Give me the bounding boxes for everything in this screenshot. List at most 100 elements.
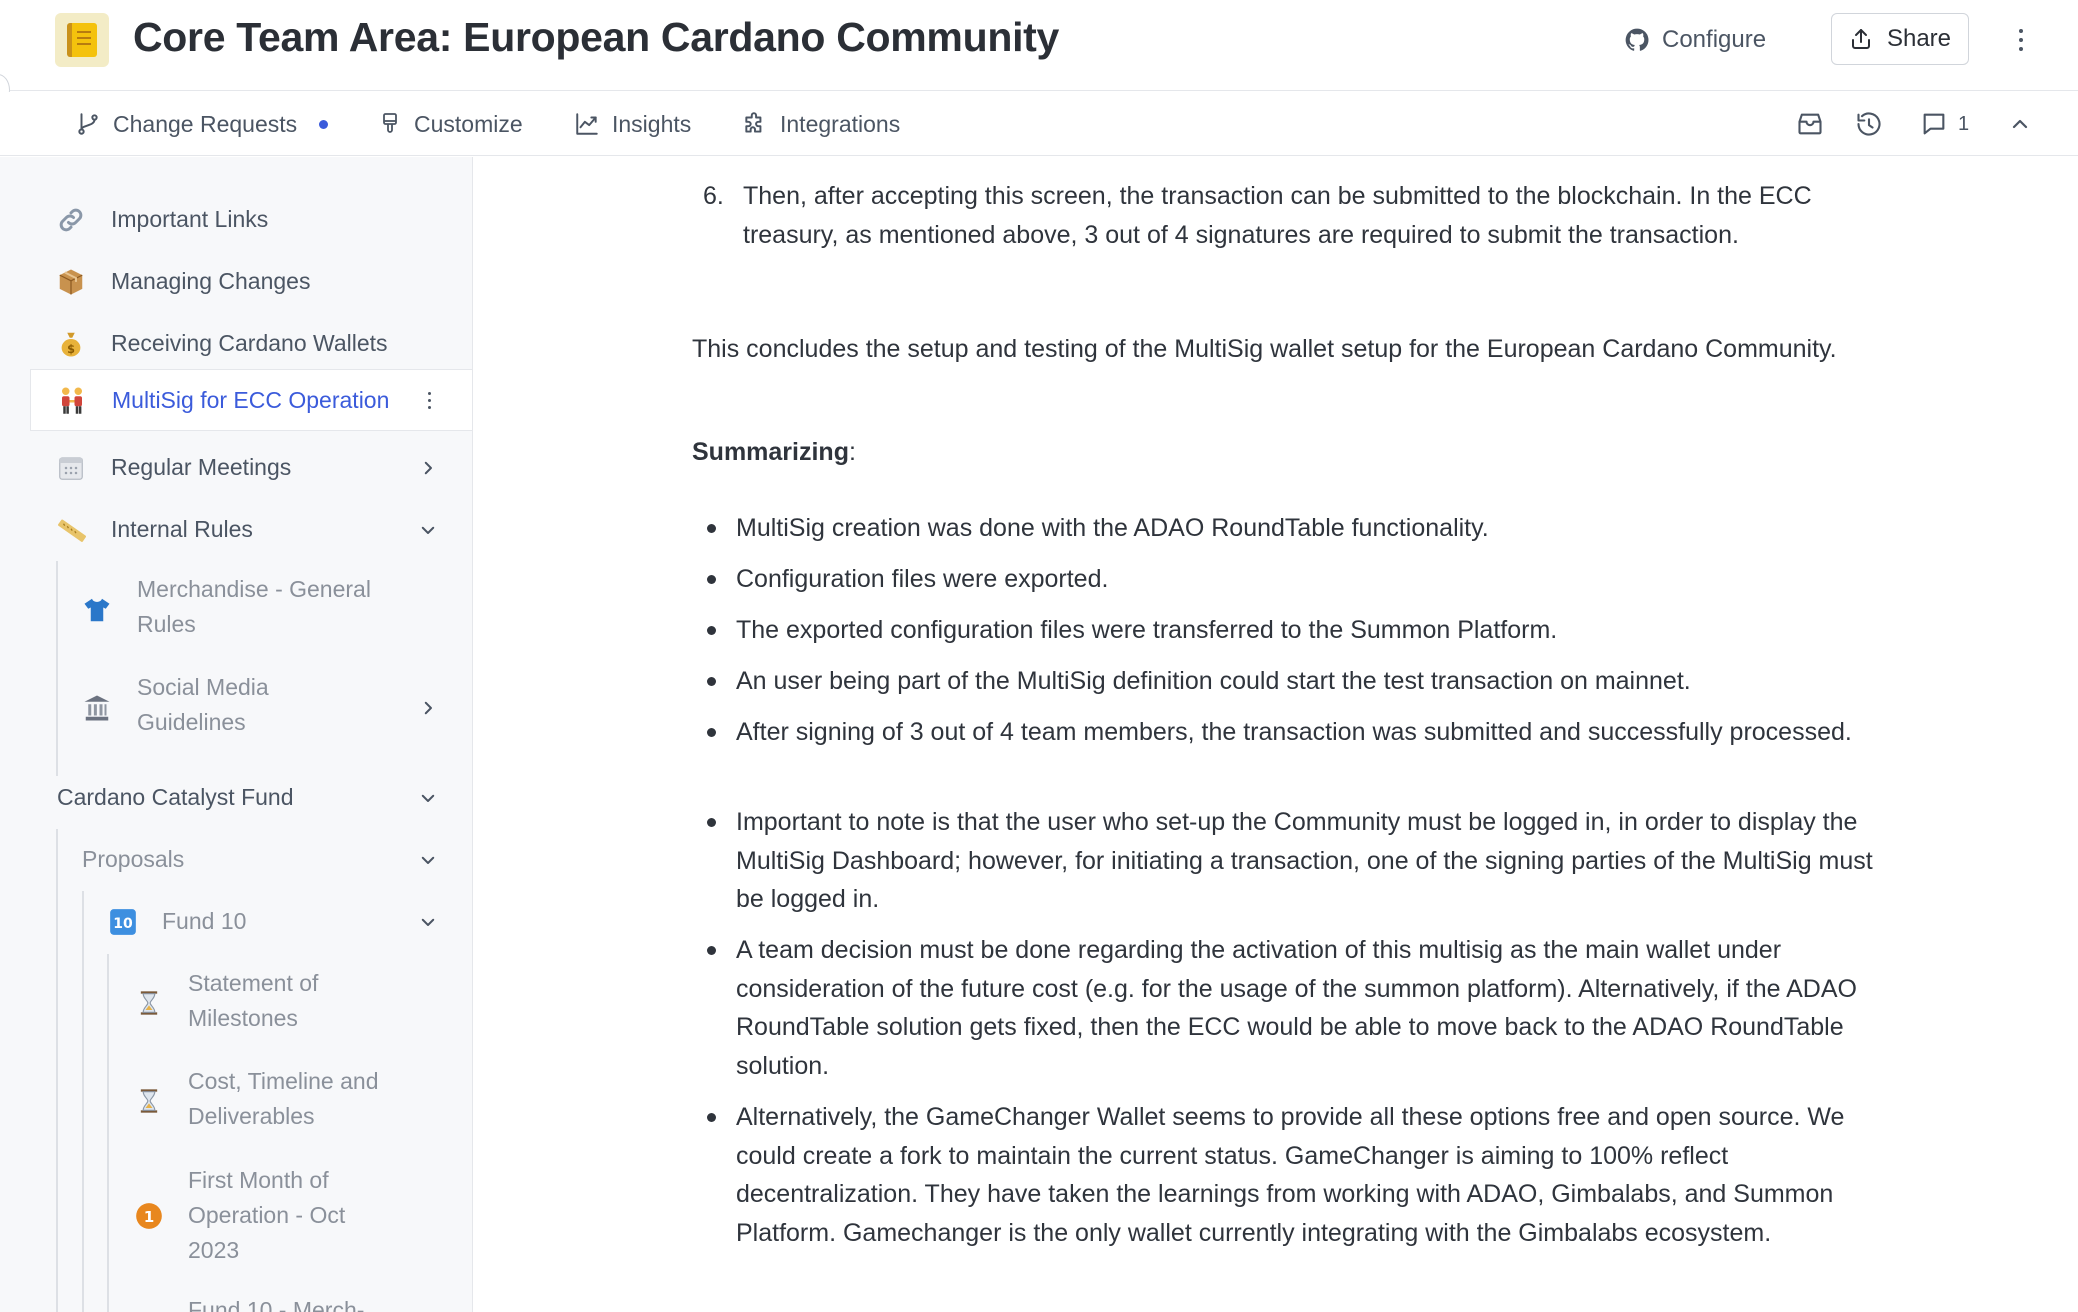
puzzle-piece-icon [745, 112, 762, 133]
sidebar-item-label: First Month of Operation - Oct 2023 [188, 1167, 346, 1263]
list-item: Alternatively, the GameChanger Wallet se… [736, 1103, 1845, 1247]
sidebar-item-merchandise-general-rules[interactable]: Merchandise - General Rules [30, 561, 472, 659]
bullet-dot [707, 818, 716, 827]
history-clock-icon [1857, 112, 1881, 136]
sidebar-item-important-links[interactable]: Important Links [30, 189, 472, 251]
hourglass-emoji-icon [132, 986, 166, 1020]
git-branch-icon [78, 113, 98, 135]
bullet-dot [707, 626, 716, 635]
sidebar-item-fund-10-merch[interactable]: Fund 10 - Merch- [30, 1283, 472, 1312]
svg-text:$: $ [67, 343, 75, 356]
sidebar-group-label: Proposals [82, 846, 185, 872]
chevron-up-icon [2012, 119, 2028, 129]
sidebar-item-label: Receiving Cardano Wallets [111, 330, 388, 356]
customize-tab[interactable]: Customize [378, 104, 523, 144]
more-options-icon[interactable] [2006, 22, 2036, 58]
item-options-icon[interactable] [424, 388, 434, 412]
insights-tab[interactable]: Insights [574, 104, 691, 144]
chevron-down-icon[interactable] [419, 851, 437, 869]
collapse-toolbar-button[interactable] [2008, 104, 2032, 144]
bullet-dot [707, 728, 716, 737]
bullet-dot [707, 1113, 716, 1122]
sidebar-item-label: Fund 10 - Merch- [188, 1297, 365, 1312]
sidebar-item-managing-changes[interactable]: Managing Changes [30, 251, 472, 313]
list-item: An user being part of the MultiSig defin… [736, 667, 1691, 695]
change-requests-label: Change Requests [113, 110, 298, 137]
summary-heading-bold: Summarizing [692, 438, 849, 466]
chevron-right-icon[interactable] [419, 699, 437, 717]
calendar-emoji-icon [54, 451, 88, 485]
hourglass-emoji-icon [132, 1084, 166, 1118]
sidebar-group-cardano-catalyst-fund[interactable]: Cardano Catalyst Fund [30, 767, 472, 829]
classical-building-emoji-icon [80, 691, 114, 725]
number-one-emoji-icon: 1 [132, 1199, 166, 1233]
sidebar-item-label: Internal Rules [111, 516, 253, 542]
sidebar-item-internal-rules[interactable]: Internal Rules [30, 499, 472, 561]
sidebar-item-first-month-of-operation[interactable]: 1 First Month of Operation - Oct 2023 [30, 1151, 472, 1283]
list-item: Configuration files were exported. [736, 565, 1109, 593]
chevron-down-icon[interactable] [419, 913, 437, 931]
tshirt-emoji-icon [80, 593, 114, 627]
chevron-down-icon[interactable] [419, 521, 437, 539]
list-item: Important to note is that the user who s… [736, 808, 1873, 913]
bullet-dot [707, 575, 716, 584]
insights-label: Insights [612, 110, 692, 137]
share-upload-icon [1851, 29, 1870, 49]
sidebar-item-label: Regular Meetings [111, 454, 292, 480]
sidebar-item-regular-meetings[interactable]: Regular Meetings [30, 437, 472, 499]
comment-count: 1 [1958, 112, 1970, 135]
sidebar-group-proposals[interactable]: Proposals [30, 829, 472, 891]
configure-label: Configure [1662, 26, 1767, 53]
sidebar-item-label: Managing Changes [111, 268, 311, 294]
change-requests-tab[interactable]: Change Requests [75, 104, 329, 144]
customize-label: Customize [414, 110, 523, 137]
page-title: Core Team Area: European Cardano Communi… [133, 14, 1060, 60]
bullet-dot [707, 524, 716, 533]
chevron-down-icon[interactable] [419, 789, 437, 807]
sidebar-item-receiving-cardano-wallets[interactable]: $ Receiving Cardano Wallets [30, 313, 472, 375]
list-item: A team decision must be done regarding t… [736, 936, 1857, 1080]
sidebar-navigation: Important Links Managing Changes $ Recei… [0, 157, 473, 1312]
sidebar-item-social-media-guidelines[interactable]: Social Media Guidelines [30, 659, 472, 757]
bullet-dot [707, 946, 716, 955]
configure-button[interactable]: Configure [1624, 20, 1766, 60]
bullet-dot [707, 677, 716, 686]
comments-button[interactable]: 1 [1920, 104, 1969, 144]
sidebar-item-label: Cost, Timeline and Deliverables [188, 1068, 379, 1129]
list-item: After signing of 3 out of 4 team members… [736, 718, 1852, 746]
people-holding-hands-emoji-icon [55, 383, 89, 417]
sidebar-item-label: Social Media Guidelines [137, 674, 269, 735]
money-bag-emoji-icon: $ [54, 327, 88, 361]
package-emoji-icon [54, 265, 88, 299]
conclusion-paragraph: This concludes the setup and testing of … [692, 335, 1837, 363]
integrations-label: Integrations [780, 110, 901, 137]
svg-text:1: 1 [144, 1208, 155, 1226]
sidebar-item-label: MultiSig for ECC Operation [112, 387, 390, 413]
space-logo[interactable] [55, 13, 109, 67]
list-number: 6. [703, 182, 724, 210]
archive-box-icon [1798, 113, 1822, 135]
sidebar-group-label: Cardano Catalyst Fund [57, 784, 294, 810]
sidebar-item-label: Statement of Milestones [188, 970, 319, 1031]
svg-text:10: 10 [113, 916, 133, 932]
ruler-emoji-icon [54, 513, 88, 547]
keycap-10-emoji-icon: 10 [106, 905, 140, 939]
sidebar-item-fund-10[interactable]: 10 Fund 10 [30, 891, 472, 953]
sidebar-item-cost-timeline-deliverables[interactable]: Cost, Timeline and Deliverables [30, 1052, 472, 1150]
integrations-tab[interactable]: Integrations [742, 104, 900, 144]
list-item: The exported configuration files were tr… [736, 616, 1558, 644]
unread-indicator-dot [319, 119, 329, 129]
paintbrush-icon [383, 113, 397, 133]
history-button[interactable] [1855, 104, 1883, 144]
share-button[interactable]: Share [1831, 13, 1969, 65]
chevron-right-icon[interactable] [419, 459, 437, 477]
summary-heading: Summarizing: [692, 433, 856, 472]
share-label: Share [1886, 25, 1952, 52]
sidebar-item-statement-of-milestones[interactable]: Statement of Milestones [30, 954, 472, 1052]
step-6-paragraph: Then, after accepting this screen, the t… [743, 182, 1812, 249]
sidebar-item-multisig-ecc-operation[interactable]: MultiSig for ECC Operation [30, 369, 472, 431]
top-header: Core Team Area: European Cardano Communi… [0, 0, 2078, 106]
page-toolbar: Change Requests Customize Insights Integ… [0, 92, 2078, 156]
summary-heading-colon: : [848, 438, 856, 466]
archive-button[interactable] [1796, 104, 1824, 144]
